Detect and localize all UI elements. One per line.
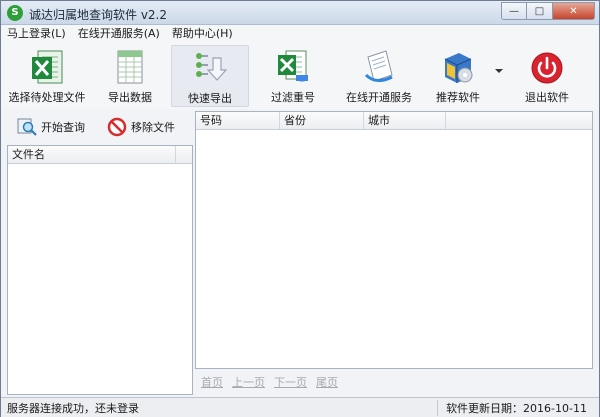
menu-online-service[interactable]: 在线开通服务(A) <box>72 25 166 43</box>
app-logo-icon: S <box>7 5 23 21</box>
close-button[interactable]: ✕ <box>553 2 595 20</box>
left-action-bar: 开始查询 移除文件 <box>1 111 193 143</box>
quick-export-label: 快速导出 <box>188 92 232 105</box>
title-bar[interactable]: S 诚达归属地查询软件 v2.2 — □ ✕ <box>1 1 599 25</box>
status-bar: 服务器连接成功，还未登录 软件更新日期：2016-10-11 <box>1 397 599 417</box>
filter-duplicates-label: 过滤重号 <box>271 91 315 104</box>
menu-help-center[interactable]: 帮助中心(H) <box>166 25 239 43</box>
exit-software-button[interactable]: 退出软件 <box>517 45 577 107</box>
app-window: S 诚达归属地查询软件 v2.2 — □ ✕ 马上登录(L) 在线开通服务(A)… <box>0 0 600 417</box>
service-document-icon <box>364 50 393 82</box>
results-table[interactable]: 号码 省份 城市 <box>195 111 593 369</box>
spreadsheet-icon <box>117 50 143 84</box>
export-data-button[interactable]: 导出数据 <box>101 45 159 107</box>
fast-export-icon <box>196 53 227 81</box>
window-controls: — □ ✕ <box>501 2 595 20</box>
window-title: 诚达归属地查询软件 v2.2 <box>29 8 168 22</box>
search-icon <box>17 118 37 136</box>
column-filename[interactable]: 文件名 <box>8 146 176 163</box>
no-entry-icon <box>107 117 127 137</box>
start-query-label: 开始查询 <box>41 121 85 134</box>
software-box-icon <box>444 53 473 83</box>
chevron-down-icon[interactable] <box>495 69 503 73</box>
select-file-label: 选择待处理文件 <box>8 91 86 104</box>
power-icon <box>531 52 563 84</box>
update-date: 软件更新日期：2016-10-11 <box>437 399 599 416</box>
remove-file-label: 移除文件 <box>131 121 175 134</box>
column-city[interactable]: 城市 <box>364 112 446 129</box>
select-file-button[interactable]: 选择待处理文件 <box>7 45 87 107</box>
pager: 首页 上一页 下一页 尾页 <box>201 374 338 390</box>
connection-status: 服务器连接成功，还未登录 <box>7 401 139 415</box>
filter-duplicates-button[interactable]: 过滤重号 <box>263 45 323 107</box>
toolbar: 选择待处理文件 导出数据 快速导出 过滤重号 在线开通服务 推荐软件 退出软件 <box>1 43 599 109</box>
maximize-button[interactable]: □ <box>527 2 553 20</box>
last-page-link[interactable]: 尾页 <box>316 374 338 390</box>
quick-export-button[interactable]: 快速导出 <box>171 45 249 107</box>
file-list[interactable]: 文件名 <box>7 145 193 395</box>
online-service-button[interactable]: 在线开通服务 <box>337 45 421 107</box>
minimize-button[interactable]: — <box>501 2 527 20</box>
results-table-header: 号码 省份 城市 <box>196 112 592 130</box>
recommended-software-label: 推荐软件 <box>436 91 480 104</box>
exit-software-label: 退出软件 <box>525 91 569 104</box>
file-list-header: 文件名 <box>8 146 192 164</box>
excel-open-icon <box>32 50 63 84</box>
column-spacer <box>176 146 192 163</box>
first-page-link[interactable]: 首页 <box>201 374 223 390</box>
excel-filter-icon <box>278 50 308 82</box>
column-number[interactable]: 号码 <box>196 112 280 129</box>
menu-login[interactable]: 马上登录(L) <box>1 25 72 43</box>
column-spacer <box>446 112 592 129</box>
column-province[interactable]: 省份 <box>280 112 364 129</box>
menu-bar: 马上登录(L) 在线开通服务(A) 帮助中心(H) <box>1 25 599 43</box>
online-service-label: 在线开通服务 <box>346 91 412 104</box>
next-page-link[interactable]: 下一页 <box>274 374 307 390</box>
prev-page-link[interactable]: 上一页 <box>232 374 265 390</box>
remove-file-button[interactable]: 移除文件 <box>107 115 175 139</box>
recommended-software-button[interactable]: 推荐软件 <box>429 45 487 107</box>
start-query-button[interactable]: 开始查询 <box>17 115 85 139</box>
export-data-label: 导出数据 <box>108 91 152 104</box>
